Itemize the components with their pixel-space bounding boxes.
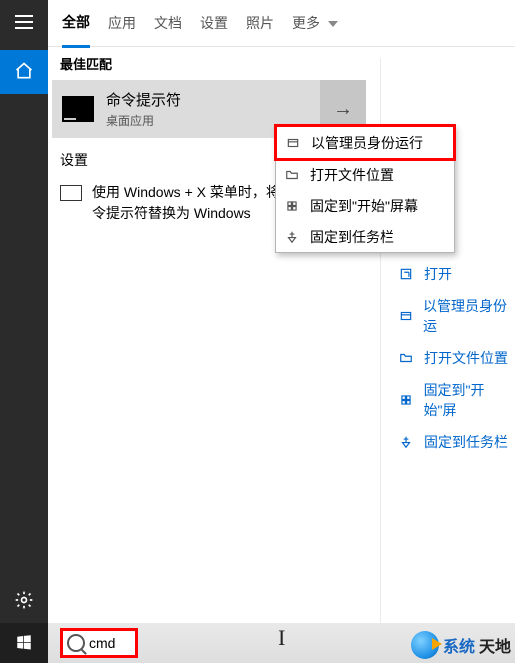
preview-action-label: 固定到"开始"屏 (424, 380, 515, 420)
admin-icon (285, 135, 301, 151)
search-input-value: cmd (89, 635, 115, 651)
tab-settings[interactable]: 设置 (200, 0, 228, 46)
preview-action-label: 打开文件位置 (424, 348, 508, 368)
ctx-open-file-location[interactable]: 打开文件位置 (276, 159, 454, 190)
tab-apps[interactable]: 应用 (108, 0, 136, 46)
start-button[interactable] (0, 623, 48, 663)
preview-action-open[interactable]: 打开 (398, 264, 515, 284)
watermark-text-a: 系统 (443, 633, 475, 657)
admin-icon (398, 308, 413, 324)
ctx-run-as-admin[interactable]: 以管理员身份运行 (274, 124, 456, 161)
preview-actions: 打开 以管理员身份运 打开文件位置 固定到"开始"屏 固定到任务栏 (398, 264, 515, 452)
pin-taskbar-icon (398, 434, 414, 450)
preview-action-open-location[interactable]: 打开文件位置 (398, 348, 515, 368)
preview-action-label: 以管理员身份运 (423, 296, 515, 336)
gear-icon (14, 590, 34, 613)
pin-start-icon (398, 392, 414, 408)
hamburger-icon (15, 21, 33, 23)
menu-button[interactable] (0, 0, 48, 44)
tab-photos[interactable]: 照片 (246, 0, 274, 46)
home-icon (14, 61, 34, 84)
context-menu: 以管理员身份运行 打开文件位置 固定到"开始"屏幕 固定到任务栏 (275, 125, 455, 253)
result-title: 命令提示符 (106, 89, 181, 110)
open-icon (398, 266, 414, 282)
result-texts: 命令提示符 桌面应用 (106, 89, 181, 129)
watermark-text-b: 天地 (479, 633, 511, 657)
ctx-label: 固定到"开始"屏幕 (310, 196, 418, 216)
tab-all[interactable]: 全部 (62, 0, 90, 48)
ctx-label: 以管理员身份运行 (311, 133, 423, 153)
ctx-pin-to-start[interactable]: 固定到"开始"屏幕 (276, 190, 454, 221)
pin-taskbar-icon (284, 229, 300, 245)
preview-action-pin-start[interactable]: 固定到"开始"屏 (398, 380, 515, 420)
tab-more-label: 更多 (292, 15, 320, 31)
arrow-right-icon: → (333, 98, 353, 121)
ctx-pin-to-taskbar[interactable]: 固定到任务栏 (276, 221, 454, 252)
preview-action-pin-taskbar[interactable]: 固定到任务栏 (398, 432, 515, 452)
ctx-label: 打开文件位置 (310, 165, 394, 185)
search-input[interactable]: cmd (60, 628, 138, 658)
taskbar: cmd I 系统天地 (0, 623, 515, 663)
cmd-icon (62, 96, 94, 122)
preview-action-run-admin[interactable]: 以管理员身份运 (398, 296, 515, 336)
search-tabs: 全部 应用 文档 设置 照片 更多 (48, 0, 515, 47)
folder-icon (284, 167, 300, 183)
settings-result[interactable]: 使用 Windows + X 菜单时，将命令提示符替换为 Windows (60, 182, 300, 224)
search-icon (67, 634, 85, 652)
pin-start-icon (284, 198, 300, 214)
ctx-label: 固定到任务栏 (310, 227, 394, 247)
settings-section-label: 设置 (60, 150, 88, 170)
folder-icon (398, 350, 414, 366)
result-subtitle: 桌面应用 (106, 112, 181, 129)
preview-action-label: 打开 (424, 264, 452, 284)
settings-button[interactable] (0, 579, 48, 623)
left-rail (0, 0, 48, 623)
tab-documents[interactable]: 文档 (154, 0, 182, 46)
chevron-down-icon (328, 21, 338, 27)
watermark-logo: 系统天地 (411, 631, 511, 659)
windows-logo-icon (15, 633, 33, 654)
tab-more[interactable]: 更多 (292, 0, 338, 46)
text-cursor-icon: I (278, 625, 285, 651)
settings-item-text: 使用 Windows + X 菜单时，将命令提示符替换为 Windows (92, 182, 300, 224)
globe-icon (411, 631, 439, 659)
preview-action-label: 固定到任务栏 (424, 432, 508, 452)
best-match-label: 最佳匹配 (60, 54, 112, 73)
settings-item-icon (60, 185, 82, 201)
home-button[interactable] (0, 50, 48, 94)
